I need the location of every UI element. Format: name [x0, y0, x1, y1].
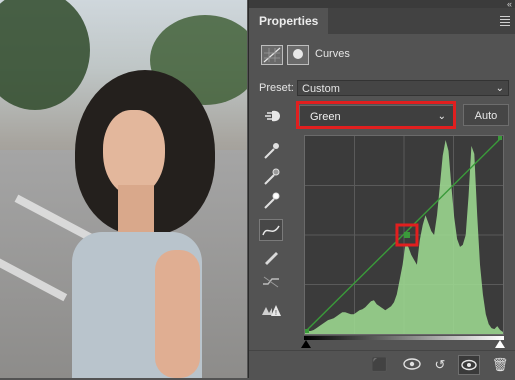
- reset-icon[interactable]: ↺: [429, 355, 451, 375]
- tab-properties[interactable]: Properties: [249, 8, 329, 34]
- panel-tabbar: Properties: [249, 8, 515, 34]
- adjustment-curves-icon: [261, 45, 283, 65]
- trash-icon[interactable]: 🗑: [489, 355, 511, 375]
- curve-endpoint: [305, 329, 309, 333]
- hand-targeted-icon[interactable]: [261, 106, 281, 126]
- clip-to-layer-icon[interactable]: ⬛: [369, 355, 391, 375]
- adjustment-title: Curves: [315, 48, 350, 60]
- photo-neck: [118, 185, 154, 235]
- photo-tree: [0, 0, 90, 110]
- photo-face: [103, 110, 165, 196]
- smooth-icon[interactable]: [259, 271, 283, 293]
- layer-mask-icon[interactable]: [287, 45, 309, 65]
- properties-panel: « Properties Curves Preset: Custom ⌄ Gre…: [248, 0, 515, 379]
- white-point-slider[interactable]: [495, 340, 505, 348]
- curve-control-point: [403, 232, 410, 238]
- clipping-warning-icon[interactable]: !: [259, 299, 283, 321]
- highlight-box-channel: [296, 101, 456, 129]
- curves-graph[interactable]: [304, 135, 504, 335]
- eyedropper-gray-icon[interactable]: [259, 166, 283, 188]
- auto-button[interactable]: Auto: [463, 104, 509, 126]
- photo-arm: [155, 250, 200, 378]
- preset-value: Custom: [302, 83, 340, 95]
- pencil-icon[interactable]: [259, 246, 283, 268]
- chevron-down-icon: ⌄: [495, 83, 504, 94]
- view-previous-icon[interactable]: [401, 355, 423, 375]
- eye-icon[interactable]: [458, 355, 480, 375]
- photo-canvas: [0, 0, 247, 378]
- preset-dropdown[interactable]: Custom ⌄: [297, 80, 509, 96]
- eyedropper-white-icon[interactable]: [259, 190, 283, 212]
- preset-label: Preset:: [259, 82, 294, 94]
- curve-endpoint: [498, 136, 502, 140]
- curve-points-icon[interactable]: [259, 219, 283, 241]
- panel-menu-icon[interactable]: [500, 16, 510, 28]
- panel-footer: ⬛ ↺ 🗑: [249, 350, 515, 379]
- input-levels-track: [304, 336, 504, 340]
- eyedropper-black-icon[interactable]: [259, 140, 283, 162]
- panel-top-strip: «: [249, 0, 515, 9]
- black-point-slider[interactable]: [301, 340, 311, 348]
- svg-text:!: !: [275, 310, 277, 317]
